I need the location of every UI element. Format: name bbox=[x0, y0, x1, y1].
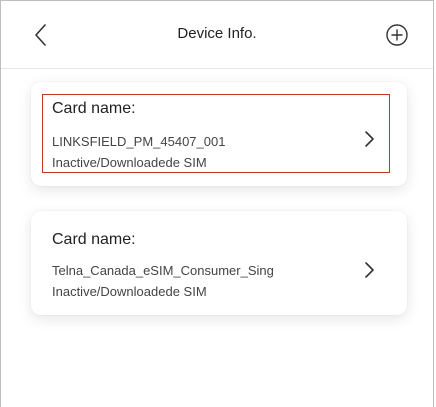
sim-card-item[interactable]: Card name: LINKSFIELD_PM_45407_001 Inact… bbox=[31, 82, 407, 186]
sim-card-item[interactable]: Card name: Telna_Canada_eSIM_Consumer_Si… bbox=[31, 211, 407, 315]
card-name-value: Telna_Canada_eSIM_Consumer_Sing bbox=[52, 263, 274, 278]
add-button[interactable] bbox=[385, 23, 409, 47]
chevron-right-icon bbox=[365, 262, 374, 278]
plus-circle-icon bbox=[386, 24, 408, 46]
card-status: Inactive/Downloadede SIM bbox=[52, 284, 207, 299]
card-name-value: LINKSFIELD_PM_45407_001 bbox=[52, 134, 226, 149]
app-frame: Device Info. Card name: LINKSFIELD_PM_45… bbox=[0, 0, 434, 407]
chevron-right-icon bbox=[365, 131, 374, 147]
card-title: Card name: bbox=[52, 100, 136, 117]
card-title: Card name: bbox=[52, 231, 136, 248]
header: Device Info. bbox=[1, 1, 433, 69]
card-status: Inactive/Downloadede SIM bbox=[52, 155, 207, 170]
page-title: Device Info. bbox=[177, 25, 257, 42]
